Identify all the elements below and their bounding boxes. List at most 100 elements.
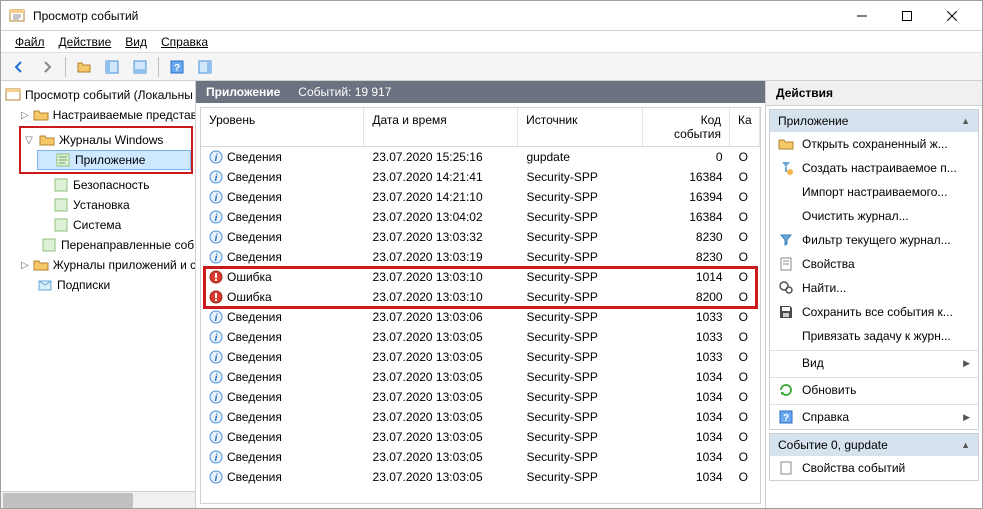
cell-eventid: 1034 — [644, 449, 731, 465]
menu-view[interactable]: Вид — [119, 33, 153, 51]
window-title: Просмотр событий — [33, 9, 839, 23]
event-grid[interactable]: Уровень Дата и время Источник Код событи… — [200, 107, 761, 504]
action-properties[interactable]: Свойства — [770, 252, 978, 276]
table-row[interactable]: iСведения23.07.2020 13:03:05Security-SPP… — [201, 447, 760, 467]
table-row[interactable]: iСведения23.07.2020 13:03:19Security-SPP… — [201, 247, 760, 267]
cell-level: Ошибка — [227, 290, 272, 304]
table-row[interactable]: iСведения23.07.2020 13:03:05Security-SPP… — [201, 327, 760, 347]
action-find[interactable]: Найти... — [770, 276, 978, 300]
cell-category: О — [731, 209, 760, 225]
col-category[interactable]: Ка — [730, 108, 760, 146]
center-pane: Приложение Событий: 19 917 Уровень Дата … — [196, 81, 766, 508]
tree-subscriptions[interactable]: Подписки — [19, 275, 193, 295]
col-date[interactable]: Дата и время — [364, 108, 518, 146]
tree-setup[interactable]: Установка — [35, 195, 193, 215]
toolbar-help-icon[interactable]: ? — [165, 55, 189, 79]
folder-icon — [39, 132, 55, 148]
col-eventid[interactable]: Код события — [643, 108, 730, 146]
actions-sec-app-header[interactable]: Приложение ▲ — [770, 110, 978, 132]
action-import-custom[interactable]: Импорт настраиваемого... — [770, 180, 978, 204]
cell-date: 23.07.2020 13:03:05 — [365, 449, 519, 465]
filter-icon — [778, 232, 794, 248]
info-icon: i — [209, 230, 223, 244]
cell-eventid: 16394 — [644, 189, 731, 205]
toolbar-pane2-icon[interactable] — [128, 55, 152, 79]
info-icon: i — [209, 450, 223, 464]
maximize-button[interactable] — [884, 2, 929, 30]
tree-root[interactable]: Просмотр событий (Локальны — [3, 85, 193, 105]
table-row[interactable]: iСведения23.07.2020 13:03:05Security-SPP… — [201, 387, 760, 407]
action-refresh[interactable]: Обновить — [770, 378, 978, 402]
table-row[interactable]: iСведения23.07.2020 13:03:05Security-SPP… — [201, 427, 760, 447]
action-help[interactable]: ? Справка ▶ — [770, 405, 978, 429]
table-row[interactable]: Ошибка23.07.2020 13:03:10Security-SPP820… — [201, 287, 760, 307]
forward-button[interactable] — [35, 55, 59, 79]
back-button[interactable] — [7, 55, 31, 79]
table-row[interactable]: Ошибка23.07.2020 13:03:10Security-SPP101… — [201, 267, 760, 287]
menu-help[interactable]: Справка — [155, 33, 214, 51]
toolbar-pane3-icon[interactable] — [193, 55, 217, 79]
minimize-button[interactable] — [839, 2, 884, 30]
cell-level: Сведения — [227, 170, 282, 184]
properties-icon — [778, 256, 794, 272]
close-button[interactable] — [929, 2, 974, 30]
action-view[interactable]: Вид ▶ — [770, 351, 978, 375]
svg-text:i: i — [215, 393, 218, 404]
tree-hscrollbar[interactable] — [1, 491, 195, 508]
menu-action[interactable]: Действие — [53, 33, 118, 51]
collapse-icon[interactable]: ▽ — [23, 134, 35, 146]
actions-body[interactable]: Приложение ▲ Открыть сохраненный ж... Со… — [766, 106, 982, 508]
actions-sec-event-header[interactable]: Событие 0, gupdate ▲ — [770, 434, 978, 456]
cell-source: Security-SPP — [518, 369, 643, 385]
cell-eventid: 16384 — [644, 169, 731, 185]
actions-title: Действия — [766, 81, 982, 106]
table-row[interactable]: iСведения23.07.2020 13:03:05Security-SPP… — [201, 367, 760, 387]
toolbar-open-icon[interactable] — [72, 55, 96, 79]
action-clear-log[interactable]: Очистить журнал... — [770, 204, 978, 228]
tree-app-services[interactable]: ▷ Журналы приложений и сл — [19, 255, 193, 275]
tree-pane[interactable]: Просмотр событий (Локальны ▷ Настраиваем… — [1, 81, 196, 508]
tree-custom-views[interactable]: ▷ Настраиваемые представле — [19, 105, 193, 125]
action-create-custom[interactable]: Создать настраиваемое п... — [770, 156, 978, 180]
svg-text:i: i — [215, 253, 218, 264]
table-row[interactable]: iСведения23.07.2020 13:03:05Security-SPP… — [201, 407, 760, 427]
cell-source: Security-SPP — [518, 209, 643, 225]
action-event-properties[interactable]: Свойства событий — [770, 456, 978, 480]
table-row[interactable]: iСведения23.07.2020 13:03:05Security-SPP… — [201, 347, 760, 367]
cell-eventid: 1014 — [644, 269, 731, 285]
table-row[interactable]: iСведения23.07.2020 13:04:02Security-SPP… — [201, 207, 760, 227]
table-row[interactable]: iСведения23.07.2020 14:21:10Security-SPP… — [201, 187, 760, 207]
table-row[interactable]: iСведения23.07.2020 14:21:41Security-SPP… — [201, 167, 760, 187]
actions-sec-app-label: Приложение — [778, 114, 848, 128]
tree-system[interactable]: Система — [35, 215, 193, 235]
svg-text:i: i — [215, 313, 218, 324]
svg-text:i: i — [215, 193, 218, 204]
tree-windows-logs[interactable]: ▽ Журналы Windows — [21, 130, 191, 150]
action-filter[interactable]: Фильтр текущего журнал... — [770, 228, 978, 252]
action-open-saved-label: Открыть сохраненный ж... — [802, 137, 948, 151]
col-level[interactable]: Уровень — [201, 108, 364, 146]
table-row[interactable]: iСведения23.07.2020 13:03:32Security-SPP… — [201, 227, 760, 247]
action-open-saved[interactable]: Открыть сохраненный ж... — [770, 132, 978, 156]
tree-application[interactable]: Приложение — [37, 150, 191, 170]
menu-file[interactable]: Файл — [9, 33, 51, 51]
save-icon — [778, 304, 794, 320]
properties-icon — [778, 460, 794, 476]
col-source[interactable]: Источник — [518, 108, 643, 146]
tree-forwarded[interactable]: Перенаправленные соб — [35, 235, 193, 255]
cell-category: О — [731, 329, 760, 345]
expand-icon[interactable]: ▷ — [21, 109, 29, 121]
toolbar-pane1-icon[interactable] — [100, 55, 124, 79]
cell-date: 23.07.2020 13:03:10 — [365, 289, 519, 305]
cell-date: 23.07.2020 13:03:05 — [365, 469, 519, 485]
table-row[interactable]: iСведения23.07.2020 13:03:05Security-SPP… — [201, 467, 760, 487]
table-row[interactable]: iСведения23.07.2020 15:25:16gupdate0О — [201, 147, 760, 167]
action-attach-task[interactable]: Привязать задачу к журн... — [770, 324, 978, 348]
cell-eventid: 1034 — [644, 429, 731, 445]
action-save-all[interactable]: Сохранить все события к... — [770, 300, 978, 324]
svg-text:i: i — [215, 413, 218, 424]
table-row[interactable]: iСведения23.07.2020 13:03:06Security-SPP… — [201, 307, 760, 327]
tree-security[interactable]: Безопасность — [35, 175, 193, 195]
action-save-all-label: Сохранить все события к... — [802, 305, 953, 319]
expand-icon[interactable]: ▷ — [21, 259, 29, 271]
